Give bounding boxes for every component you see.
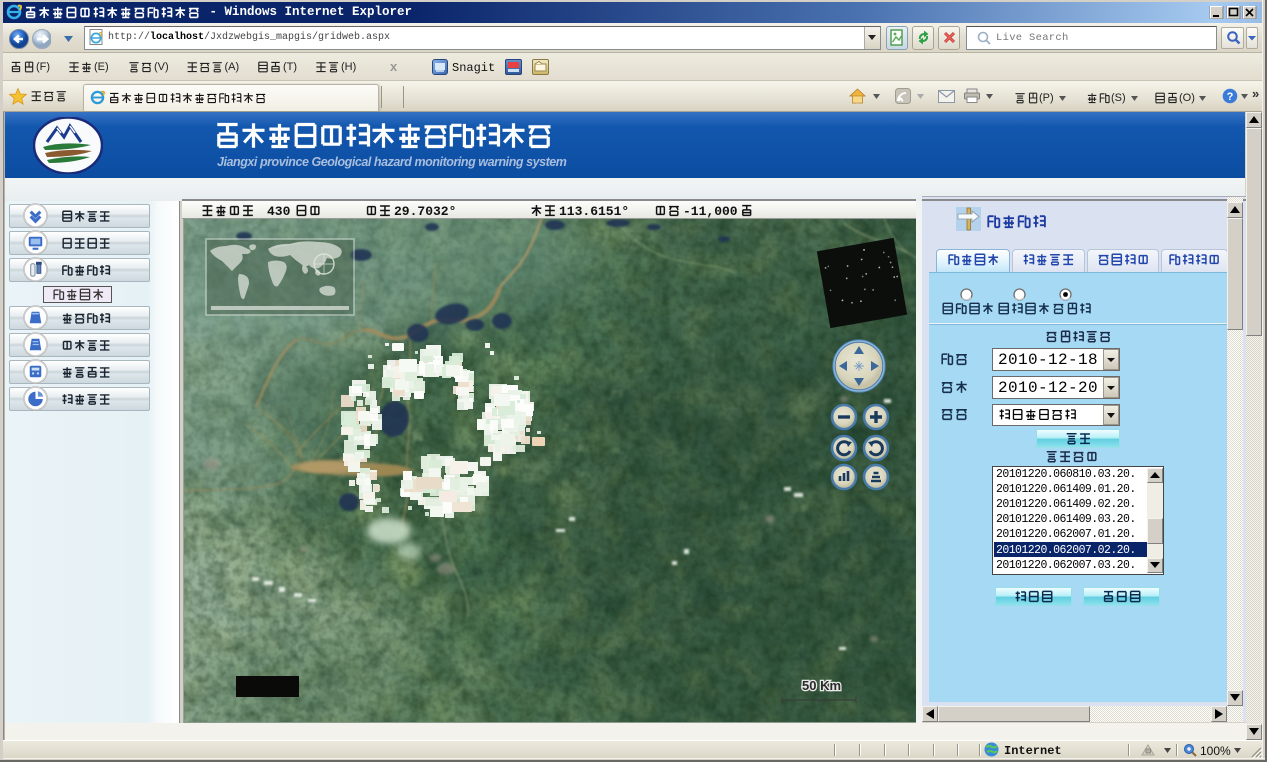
svg-text:50 Km: 50 Km [802,678,841,693]
svg-text:?: ? [1227,91,1234,103]
